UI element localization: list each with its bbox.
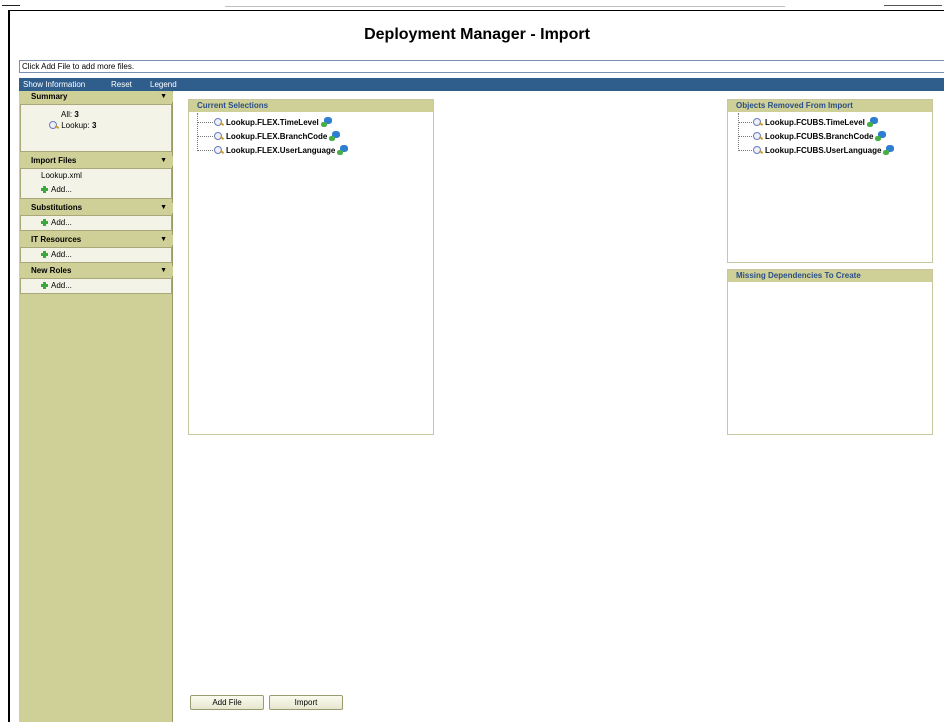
tree-connector	[197, 113, 198, 151]
current-selections-panel: Current Selections Lookup.FLEX.TimeLevel…	[188, 99, 434, 435]
removed-object-item[interactable]: Lookup.FCUBS.UserLanguage	[753, 145, 895, 156]
current-selection-item[interactable]: Lookup.FLEX.UserLanguage	[214, 145, 349, 156]
removed-object-item[interactable]: Lookup.FCUBS.BranchCode	[753, 131, 887, 142]
object-cube-icon[interactable]	[883, 145, 895, 155]
removed-objects-header: Objects Removed From Import	[728, 100, 932, 112]
magnifier-icon	[214, 132, 224, 140]
import-files-header-label: Import Files	[31, 156, 77, 165]
it-resources-add-label: Add...	[51, 250, 72, 259]
substitutions-header-label: Substitutions	[31, 203, 83, 212]
removed-object-label: Lookup.FCUBS.BranchCode	[765, 132, 874, 141]
new-roles-add-label: Add...	[51, 281, 72, 290]
substitutions-add-label: Add...	[51, 218, 72, 227]
removed-object-label: Lookup.FCUBS.UserLanguage	[765, 146, 882, 155]
current-selection-label: Lookup.FLEX.TimeLevel	[226, 118, 319, 127]
missing-dependencies-panel: Missing Dependencies To Create	[727, 269, 933, 435]
import-button[interactable]: Import	[269, 695, 343, 710]
browser-top-strip	[0, 0, 944, 10]
collapse-arrow-icon[interactable]: ▼	[160, 235, 167, 245]
menu-show-information[interactable]: Show Information	[23, 78, 85, 91]
plus-icon	[41, 186, 48, 193]
new-roles-body: Add...	[20, 278, 172, 294]
collapse-arrow-icon[interactable]: ▼	[160, 92, 167, 102]
summary-all: All: 3	[61, 110, 121, 120]
summary-body: All: 3 Lookup: 3	[20, 104, 172, 152]
it-resources-body: Add...	[20, 247, 172, 263]
import-files-add-button[interactable]: Add...	[41, 185, 72, 195]
it-resources-header-label: IT Resources	[31, 235, 82, 244]
removed-objects-panel: Objects Removed From Import Lookup.FCUBS…	[727, 99, 933, 263]
tree-connector	[738, 136, 752, 137]
menu-reset[interactable]: Reset	[111, 78, 132, 91]
removed-object-item[interactable]: Lookup.FCUBS.TimeLevel	[753, 117, 878, 128]
tree-connector	[197, 150, 213, 151]
current-selection-item[interactable]: Lookup.FLEX.BranchCode	[214, 131, 341, 142]
import-files-header[interactable]: Import Files ▼	[19, 156, 173, 166]
new-roles-header-label: New Roles	[31, 266, 72, 275]
summary-header[interactable]: Summary ▼	[19, 92, 173, 102]
summary-all-label: All:	[61, 110, 73, 119]
magnifier-icon	[214, 118, 224, 126]
tree-connector	[197, 122, 213, 123]
substitutions-add-button[interactable]: Add...	[41, 218, 72, 228]
sidebar: Summary ▼ All: 3 Lookup: 3 Import Files …	[19, 91, 173, 722]
top-strip-line	[2, 5, 20, 6]
substitutions-header[interactable]: Substitutions ▼	[19, 203, 173, 213]
object-cube-icon[interactable]	[866, 117, 878, 127]
summary-all-count: 3	[74, 110, 79, 119]
plus-icon	[41, 251, 48, 258]
tree-connector	[738, 113, 739, 151]
menu-legend[interactable]: Legend	[150, 78, 177, 91]
plus-icon	[41, 219, 48, 226]
it-resources-add-button[interactable]: Add...	[41, 250, 72, 260]
object-cube-icon[interactable]	[337, 145, 349, 155]
top-strip-line	[884, 5, 942, 6]
summary-lookup[interactable]: Lookup: 3	[49, 121, 129, 131]
magnifier-icon	[753, 132, 763, 140]
top-strip-line	[225, 6, 785, 7]
menu-bar: Show Information Reset Legend	[19, 78, 944, 91]
import-files-body: Lookup.xml Add...	[20, 168, 172, 199]
summary-header-label: Summary	[31, 92, 68, 101]
add-file-button[interactable]: Add File	[190, 695, 264, 710]
missing-dependencies-header: Missing Dependencies To Create	[728, 270, 932, 282]
page-title: Deployment Manager - Import	[364, 26, 590, 43]
tree-connector	[197, 136, 213, 137]
import-file-item[interactable]: Lookup.xml	[41, 171, 141, 181]
new-roles-header[interactable]: New Roles ▼	[19, 266, 173, 276]
current-selection-item[interactable]: Lookup.FLEX.TimeLevel	[214, 117, 332, 128]
substitutions-body: Add...	[20, 215, 172, 231]
tree-connector	[738, 122, 752, 123]
current-selection-label: Lookup.FLEX.BranchCode	[226, 132, 328, 141]
magnifier-icon	[49, 121, 59, 129]
collapse-arrow-icon[interactable]: ▼	[160, 156, 167, 166]
magnifier-icon	[753, 118, 763, 126]
tree-connector	[738, 150, 752, 151]
hint-bar: Click Add File to add more files.	[19, 60, 944, 73]
object-cube-icon[interactable]	[329, 131, 341, 141]
collapse-arrow-icon[interactable]: ▼	[160, 266, 167, 276]
removed-object-label: Lookup.FCUBS.TimeLevel	[765, 118, 865, 127]
magnifier-icon	[214, 146, 224, 154]
magnifier-icon	[753, 146, 763, 154]
object-cube-icon[interactable]	[320, 117, 332, 127]
plus-icon	[41, 282, 48, 289]
new-roles-add-button[interactable]: Add...	[41, 281, 72, 291]
summary-lookup-label: Lookup:	[61, 121, 90, 130]
summary-lookup-count: 3	[91, 121, 97, 130]
it-resources-header[interactable]: IT Resources ▼	[19, 235, 173, 245]
current-selections-header: Current Selections	[189, 100, 433, 112]
current-selection-label: Lookup.FLEX.UserLanguage	[226, 146, 336, 155]
object-cube-icon[interactable]	[875, 131, 887, 141]
import-files-add-label: Add...	[51, 185, 72, 194]
collapse-arrow-icon[interactable]: ▼	[160, 203, 167, 213]
